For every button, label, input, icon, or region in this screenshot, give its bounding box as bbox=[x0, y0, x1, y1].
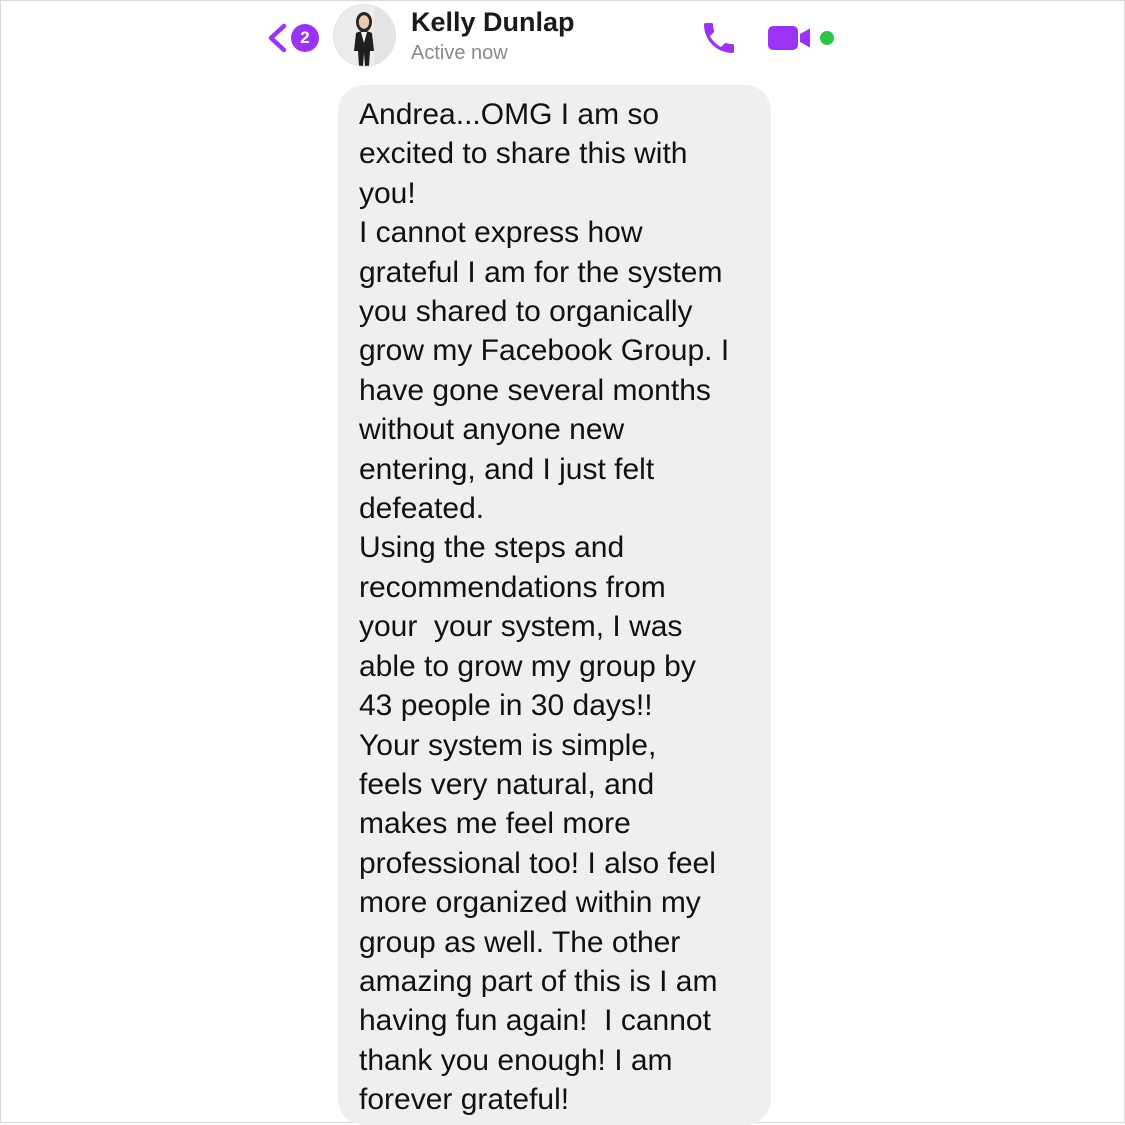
message-line: Using the steps and bbox=[359, 531, 625, 565]
avatar-photo bbox=[334, 5, 395, 66]
unread-count-badge: 2 bbox=[291, 24, 319, 52]
message-line: makes me feel more bbox=[359, 807, 631, 841]
message-line: group as well. The other bbox=[359, 925, 681, 959]
message-line: feels very natural, and bbox=[359, 767, 655, 801]
online-dot-icon bbox=[820, 31, 834, 45]
message-line: you! bbox=[359, 176, 416, 210]
message-line: defeated. bbox=[359, 492, 485, 526]
avatar[interactable] bbox=[334, 5, 395, 66]
message-line: excited to share this with bbox=[359, 137, 688, 171]
message-line: having fun again! I cannot bbox=[359, 1004, 711, 1038]
message-line: able to grow my group by bbox=[359, 649, 696, 683]
message-text: Andrea...OMG I am so excited to share th… bbox=[359, 95, 771, 1120]
call-button[interactable] bbox=[698, 18, 740, 58]
phone-icon bbox=[704, 23, 734, 53]
message-line: thank you enough! I am bbox=[359, 1043, 673, 1077]
conversation-header: 2 Kelly Dunlap Active now bbox=[0, 0, 1125, 80]
contact-name: Kelly Dunlap bbox=[411, 7, 575, 37]
message-line: your your system, I was bbox=[359, 610, 683, 644]
message-line: more organized within my bbox=[359, 886, 701, 920]
message-line: professional too! I also feel bbox=[359, 846, 716, 880]
chevron-left-icon bbox=[268, 23, 287, 53]
video-camera-icon bbox=[768, 26, 834, 50]
video-call-button[interactable] bbox=[766, 22, 838, 54]
message-bubble: Andrea...OMG I am so excited to share th… bbox=[338, 85, 771, 1125]
message-line: amazing part of this is I am bbox=[359, 964, 718, 998]
message-line: Your system is simple, bbox=[359, 728, 657, 762]
message-line: you shared to organically bbox=[359, 295, 693, 329]
message-line: grateful I am for the system bbox=[359, 255, 723, 289]
message-line: forever grateful! bbox=[359, 1083, 570, 1117]
message-line: entering, and I just felt bbox=[359, 452, 655, 486]
message-line: grow my Facebook Group. I bbox=[359, 334, 730, 368]
message-line: without anyone new bbox=[359, 413, 625, 447]
contact-status: Active now bbox=[411, 42, 508, 64]
message-line: 43 people in 30 days!! bbox=[359, 689, 653, 723]
message-line: I cannot express how bbox=[359, 216, 643, 250]
message-line: recommendations from bbox=[359, 570, 666, 604]
message-line: have gone several months bbox=[359, 373, 711, 407]
message-line: Andrea...OMG I am so bbox=[359, 98, 660, 131]
